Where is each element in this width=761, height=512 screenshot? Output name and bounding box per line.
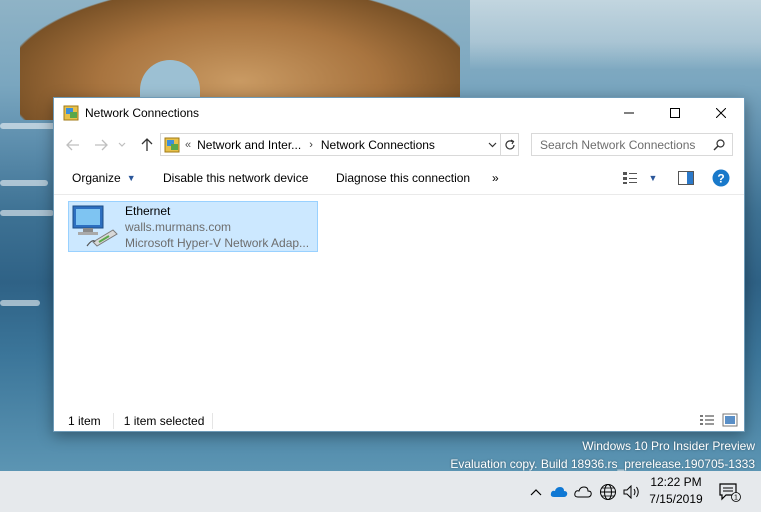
taskbar: 12:22 PM 7/15/2019 1 xyxy=(0,471,761,512)
disable-device-label: Disable this network device xyxy=(163,171,309,185)
clock-time: 12:22 PM xyxy=(650,475,702,489)
notification-count: 1 xyxy=(734,495,738,502)
details-layout-icon xyxy=(700,415,714,425)
caption-buttons xyxy=(606,98,744,128)
list-item-text: Ethernet walls.murmans.com Microsoft Hyp… xyxy=(125,203,309,251)
onedrive-button[interactable] xyxy=(549,482,569,502)
action-center-icon: 1 xyxy=(719,483,741,502)
disable-device-button[interactable]: Disable this network device xyxy=(163,171,308,185)
wallpaper-wave xyxy=(0,300,40,306)
forward-button[interactable] xyxy=(92,136,110,154)
chevron-down-icon xyxy=(118,142,126,147)
help-button[interactable]: ? xyxy=(711,168,731,188)
address-bar[interactable]: « Network and Inter... › Network Connect… xyxy=(160,133,519,156)
organize-label: Organize xyxy=(72,171,121,185)
up-button[interactable] xyxy=(138,136,156,154)
network-globe-icon xyxy=(600,484,616,500)
network-status-button[interactable] xyxy=(598,482,618,502)
explorer-window: Network Connections « Network and Inter.… xyxy=(53,97,745,432)
caret-down-icon: ▼ xyxy=(126,173,136,183)
watermark-build: Evaluation copy. Build 18936.rs_prerelea… xyxy=(450,457,755,471)
network-connections-icon xyxy=(63,105,79,121)
search-box[interactable] xyxy=(531,133,733,156)
status-bar: 1 item 1 item selected xyxy=(54,410,744,432)
wallpaper-wave xyxy=(0,180,48,186)
caret-down-icon: ▼ xyxy=(648,173,658,183)
organize-button[interactable]: Organize ▼ xyxy=(72,171,136,185)
network-connections-icon xyxy=(164,137,180,153)
watermark-edition: Windows 10 Pro Insider Preview xyxy=(582,439,755,453)
volume-button[interactable] xyxy=(622,482,642,502)
search-input[interactable] xyxy=(532,134,709,155)
minimize-icon xyxy=(624,112,634,114)
preview-pane-button[interactable] xyxy=(676,168,696,188)
preview-pane-icon xyxy=(678,171,694,185)
back-arrow-icon xyxy=(66,139,79,151)
connection-name: Ethernet xyxy=(125,204,171,218)
change-view-button[interactable] xyxy=(620,168,640,188)
help-icon: ? xyxy=(712,169,730,187)
more-commands-label: » xyxy=(492,171,499,185)
chevron-up-icon xyxy=(530,489,542,496)
action-center-button[interactable]: 1 xyxy=(718,482,742,502)
command-bar: Organize ▼ Disable this network device D… xyxy=(54,164,744,192)
show-hidden-icons-button[interactable] xyxy=(526,482,546,502)
back-button[interactable] xyxy=(64,136,82,154)
refresh-icon xyxy=(504,138,515,149)
status-divider xyxy=(212,413,214,429)
minimize-button[interactable] xyxy=(606,98,652,128)
maximize-icon xyxy=(670,108,680,118)
wallpaper-wave xyxy=(0,123,60,129)
speaker-icon xyxy=(623,485,639,499)
breadcrumb-network-connections[interactable]: Network Connections xyxy=(321,138,435,152)
close-icon xyxy=(716,108,726,118)
ethernet-adapter-icon xyxy=(69,202,119,250)
connection-adapter: Microsoft Hyper-V Network Adap... xyxy=(125,236,310,250)
search-icon[interactable] xyxy=(709,135,729,155)
wallpaper-wave xyxy=(0,210,54,216)
status-divider xyxy=(112,413,114,429)
large-icons-layout-button[interactable] xyxy=(722,413,738,430)
refresh-button[interactable] xyxy=(500,134,518,155)
maximize-button[interactable] xyxy=(652,98,698,128)
chevron-down-icon xyxy=(488,142,496,147)
breadcrumb-network-and-internet[interactable]: Network and Inter... xyxy=(197,138,301,152)
details-view-icon xyxy=(623,172,637,184)
cloud-icon xyxy=(574,486,592,498)
view-options-dropdown[interactable]: ▼ xyxy=(646,168,660,188)
diagnose-connection-label: Diagnose this connection xyxy=(336,171,471,185)
address-history-dropdown[interactable] xyxy=(484,134,500,155)
chevron-right-icon[interactable]: › xyxy=(309,139,313,151)
file-list[interactable]: Ethernet walls.murmans.com Microsoft Hyp… xyxy=(54,194,744,410)
clock-date: 7/15/2019 xyxy=(649,492,703,506)
recent-locations-button[interactable] xyxy=(116,136,128,154)
item-count: 1 item xyxy=(68,414,101,428)
clock-button[interactable]: 12:22 PM 7/15/2019 xyxy=(646,474,706,508)
close-button[interactable] xyxy=(698,98,744,128)
window-title: Network Connections xyxy=(85,106,200,120)
wallpaper-clouds xyxy=(470,0,761,70)
forward-arrow-icon xyxy=(95,139,108,151)
svg-text:?: ? xyxy=(717,172,724,186)
cloud-button[interactable] xyxy=(573,482,593,502)
breadcrumb-overflow[interactable]: « xyxy=(185,139,191,151)
selected-count: 1 item selected xyxy=(123,414,205,428)
navigation-row: « Network and Inter... › Network Connect… xyxy=(54,132,744,158)
onedrive-icon xyxy=(550,487,568,497)
connection-network: walls.murmans.com xyxy=(125,220,232,234)
large-icons-layout-icon xyxy=(722,413,738,427)
up-arrow-icon xyxy=(141,138,153,151)
list-item-ethernet[interactable]: Ethernet walls.murmans.com Microsoft Hyp… xyxy=(68,201,318,252)
diagnose-connection-button[interactable]: Diagnose this connection xyxy=(336,171,470,185)
title-bar[interactable]: Network Connections xyxy=(54,98,744,128)
details-layout-button[interactable] xyxy=(699,413,715,430)
more-commands-button[interactable]: » xyxy=(492,171,499,185)
